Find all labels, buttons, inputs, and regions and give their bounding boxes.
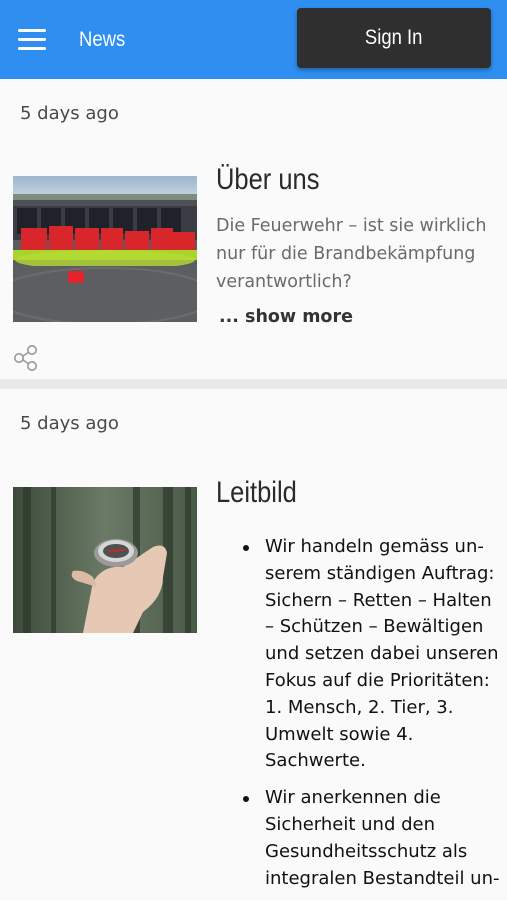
post-excerpt: Die Feuerwehr – ist sie wirklich nur für… (216, 216, 487, 292)
list-item: Wir anerkennen die Sicherheit und den Ge… (216, 785, 500, 892)
card-separator (0, 379, 507, 389)
sign-in-label: Sign In (365, 26, 423, 49)
news-card-1[interactable]: 5 days ago Über uns Die Feuerwehr – ist … (0, 79, 507, 379)
hamburger-menu-icon[interactable] (18, 29, 46, 51)
post-date: 5 days ago (20, 103, 119, 124)
post-bullet-list: Wir handeln gemäss un-serem ständigen Au… (216, 534, 500, 902)
sign-in-button[interactable]: Sign In (297, 8, 491, 68)
compass-photo[interactable] (13, 487, 197, 633)
fire-station-photo[interactable] (13, 176, 197, 322)
post-title[interactable]: Leitbild (216, 476, 297, 510)
share-icon[interactable] (12, 344, 40, 372)
post-date: 5 days ago (20, 413, 119, 434)
show-more-link[interactable]: ... show more (219, 307, 353, 327)
post-title[interactable]: Über uns (216, 163, 319, 197)
page-title: News (79, 28, 126, 51)
list-item: Wir handeln gemäss un-serem ständigen Au… (216, 534, 500, 775)
top-bar: News Sign In (0, 0, 507, 79)
news-card-2[interactable]: 5 days ago Leitbild Wir handeln gemäss u… (0, 389, 507, 900)
